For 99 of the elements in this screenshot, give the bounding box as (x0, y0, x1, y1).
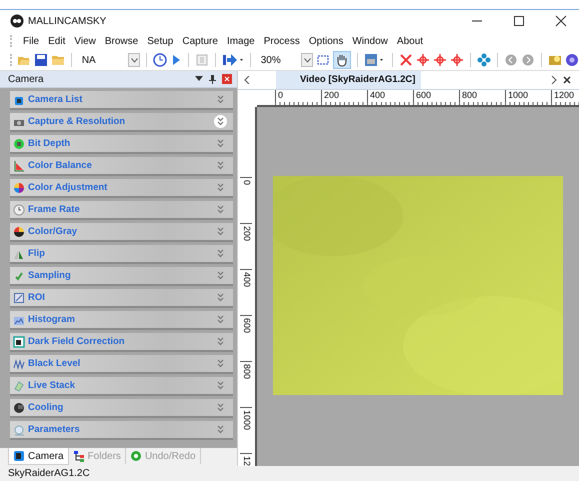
section-header[interactable]: Parameters (10, 421, 233, 440)
square-icon (13, 292, 25, 304)
section-header[interactable]: Bit Depth (10, 135, 233, 154)
window-title: MALLINCAMSKY (28, 16, 106, 26)
settings-icon[interactable] (564, 53, 579, 67)
crosshair-icon[interactable] (450, 53, 464, 67)
expand-icon[interactable] (214, 115, 227, 128)
menu-item[interactable]: Setup (147, 36, 174, 46)
ruler-label: 400 (240, 269, 252, 315)
section-title: Camera List (28, 94, 82, 105)
section-title: Color/Gray (28, 226, 78, 237)
x-icon[interactable] (399, 53, 414, 67)
ruler-label: 200 (321, 90, 367, 102)
document-tab[interactable]: Video [SkyRaiderAG1.2C] (276, 71, 422, 89)
save-icon[interactable] (34, 53, 48, 67)
clock-icon[interactable] (152, 53, 167, 67)
crosshair-icon[interactable] (416, 53, 430, 67)
section-header[interactable]: ROI (10, 289, 233, 308)
section-header[interactable]: Sampling (10, 267, 233, 286)
section-title: ROI (28, 292, 45, 303)
wave-icon (13, 358, 25, 370)
ruler-label: 400 (367, 90, 413, 102)
menu-item[interactable]: Browse (104, 36, 138, 46)
menu-item[interactable]: File (23, 36, 40, 46)
back-icon[interactable] (504, 53, 518, 67)
section-title: Dark Field Correction (28, 336, 125, 347)
camera-combo[interactable]: NA (78, 53, 140, 67)
section-header[interactable]: Dark Field Correction (10, 333, 233, 352)
ruler-label: 800 (459, 90, 505, 102)
ruler-label: 1200 (551, 90, 579, 102)
section-title: Live Stack (28, 380, 75, 391)
ruler-label: 1000 (240, 407, 252, 453)
ruler-label: 200 (240, 223, 252, 269)
ruler-label: 1000 (505, 90, 551, 102)
caret-icon (304, 58, 311, 62)
hand-icon (335, 53, 350, 67)
section-header[interactable]: Frame Rate (10, 201, 233, 220)
circle-icon (13, 138, 25, 150)
dropdown-icon[interactable] (195, 76, 203, 82)
menu-item[interactable]: About (396, 36, 424, 46)
menu-item[interactable]: Image (226, 36, 255, 46)
scroll-right-icon[interactable] (551, 76, 557, 84)
section-title: Frame Rate (28, 204, 80, 215)
section-header[interactable]: Color Adjustment (10, 179, 233, 198)
section-header[interactable]: Color Balance (10, 157, 233, 176)
section-title: Flip (28, 248, 45, 259)
chart-icon (13, 160, 25, 172)
hand-tool-button[interactable] (333, 51, 352, 69)
section-title: Parameters (28, 424, 80, 435)
ruler-label: 600 (240, 315, 252, 361)
crosshair-icon[interactable] (433, 53, 448, 67)
close-icon[interactable] (555, 15, 567, 27)
section-header[interactable]: Cooling (10, 399, 233, 418)
menu-item[interactable]: Edit (48, 36, 66, 46)
section-title: Cooling (28, 402, 64, 413)
section-title: Sampling (28, 270, 71, 281)
section-title: Bit Depth (28, 138, 70, 149)
menu-item[interactable]: Capture (182, 36, 218, 46)
section-header[interactable]: Flip (10, 245, 233, 264)
section-title: Color Balance (28, 160, 92, 171)
menu-item[interactable]: Process (264, 36, 300, 46)
zoom-combo[interactable]: 30% (256, 53, 314, 67)
section-header[interactable]: Color/Gray (10, 223, 233, 242)
section-header[interactable]: Camera List (10, 91, 233, 110)
checkmark-icon (13, 270, 25, 282)
section-title: Capture & Resolution (28, 116, 126, 127)
section-header[interactable]: Black Level (10, 355, 233, 374)
panel-title: Camera (8, 74, 44, 84)
panel-tab[interactable]: Camera (8, 448, 69, 465)
menu-item[interactable]: Window (352, 36, 388, 46)
section-title: Color Adjustment (28, 182, 108, 193)
menu-item[interactable]: Options (308, 36, 344, 46)
ruler-label: 0 (240, 177, 252, 223)
ruler-label: 0 (275, 90, 321, 102)
section-header[interactable]: Histogram (10, 311, 233, 330)
move-icon[interactable] (477, 53, 492, 67)
section-header[interactable]: Capture & Resolution (10, 113, 233, 132)
section-title: Black Level (28, 358, 80, 369)
ruler-label: 800 (240, 361, 252, 407)
pin-icon[interactable] (209, 74, 216, 84)
ruler-label: 600 (413, 90, 459, 102)
panel-tab[interactable]: Folders (68, 448, 126, 464)
section-header[interactable]: Live Stack (10, 377, 233, 396)
menu-item[interactable]: View (74, 36, 96, 46)
status-text: SkyRaiderAG1.2C (8, 468, 90, 479)
scroll-left-icon[interactable] (244, 76, 250, 84)
logo-icon (10, 14, 24, 28)
tree-icon (72, 450, 85, 462)
close-icon[interactable] (563, 76, 571, 84)
arrow-right-icon[interactable] (222, 53, 244, 67)
clock-icon (13, 204, 25, 216)
color-wheel-icon (13, 182, 25, 194)
section-title: Histogram (28, 314, 75, 325)
color-wheel-icon (13, 226, 25, 238)
panel-tab[interactable]: Undo/Redo (126, 448, 201, 464)
selection-icon[interactable] (316, 53, 330, 67)
caret-icon (130, 58, 138, 62)
forward-icon[interactable] (521, 53, 536, 67)
maximize-icon[interactable] (513, 15, 525, 27)
